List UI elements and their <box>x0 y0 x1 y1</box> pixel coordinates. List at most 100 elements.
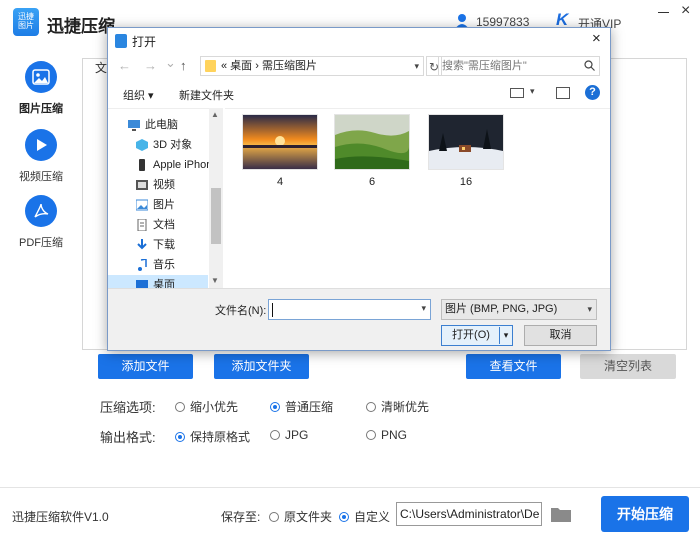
add-file-button[interactable]: 添加文件 <box>98 354 193 379</box>
add-folder-button[interactable]: 添加文件夹 <box>214 354 309 379</box>
nav-item-videos[interactable]: 视频 <box>108 175 208 195</box>
file-type-select[interactable]: 图片 (BMP, PNG, JPG) ▾ <box>441 299 597 320</box>
text-caret <box>272 303 273 317</box>
start-compress-button[interactable]: 开始压缩 <box>601 496 689 532</box>
radio-checked-icon <box>270 402 280 412</box>
scroll-down-icon[interactable]: ▼ <box>211 276 219 285</box>
save-option-custom[interactable]: 自定义 <box>339 508 390 525</box>
computer-icon <box>128 120 140 131</box>
video-icon <box>136 180 148 190</box>
save-option-original-folder[interactable]: 原文件夹 <box>269 508 332 525</box>
file-thumbnail-6[interactable] <box>334 114 410 170</box>
chevron-down-icon[interactable]: ▾ <box>421 303 426 314</box>
filename-input[interactable]: ▾ <box>268 299 431 320</box>
download-icon <box>137 239 147 250</box>
document-icon <box>137 219 147 231</box>
nav-item-desktop[interactable]: 桌面 <box>108 275 208 288</box>
open-file-dialog: 打开 × ← → ⌄ ↑ « 桌面 › 需压缩图片 ▾ ↻ 搜索"需压缩图片" … <box>107 27 611 351</box>
folder-icon <box>205 60 216 72</box>
sidebar-item-label: PDF压缩 <box>19 237 63 249</box>
nav-item-music[interactable]: 音乐 <box>108 255 208 275</box>
file-thumbnail-16[interactable] <box>428 114 504 170</box>
address-path: « 桌面 › 需压缩图片 <box>221 60 317 72</box>
help-icon[interactable]: ? <box>585 85 600 100</box>
scrollbar-thumb[interactable] <box>211 188 221 244</box>
open-button[interactable]: 打开(O) ▾ <box>441 325 513 346</box>
dialog-close-button[interactable]: × <box>592 30 601 47</box>
folder-icon[interactable] <box>550 505 572 523</box>
navigation-scrollbar[interactable]: ▲ ▼ <box>209 108 223 288</box>
picture-icon <box>136 199 148 211</box>
nav-item-downloads[interactable]: 下载 <box>108 235 208 255</box>
app-title: 迅捷压缩 <box>47 17 115 37</box>
chevron-down-icon[interactable]: ▾ <box>414 57 419 75</box>
minimize-button[interactable] <box>656 4 672 18</box>
search-placeholder: 搜索"需压缩图片" <box>442 60 527 72</box>
app-logo: 迅捷 图片 <box>13 8 39 36</box>
play-icon <box>25 129 57 161</box>
radio-icon <box>269 512 279 522</box>
clear-list-button[interactable]: 清空列表 <box>580 354 676 379</box>
sidebar-item-label: 视频压缩 <box>19 171 63 183</box>
file-thumbnail-4[interactable] <box>242 114 318 170</box>
save-to-label: 保存至: <box>221 510 261 524</box>
file-list-column-header: 文 <box>95 61 108 75</box>
filename-label: 文件名(N): <box>215 305 267 317</box>
recent-locations-icon[interactable]: ⌄ <box>165 55 176 71</box>
organize-menu[interactable]: 组织 ▾ <box>123 87 154 103</box>
search-icon <box>584 60 595 71</box>
format-option-jpg[interactable]: JPG <box>270 428 308 442</box>
view-mode-icon[interactable] <box>510 88 524 98</box>
compress-option-clarity[interactable]: 清晰优先 <box>366 398 429 415</box>
view-file-button[interactable]: 查看文件 <box>466 354 561 379</box>
sidebar-item-pdf-compress[interactable]: PDF压缩 <box>0 195 82 250</box>
radio-icon <box>366 430 376 440</box>
file-name-label: 6 <box>368 176 376 188</box>
format-option-png[interactable]: PNG <box>366 428 407 442</box>
radio-icon <box>270 430 280 440</box>
nav-item-3d-objects[interactable]: 3D 对象 <box>108 135 208 155</box>
format-option-original[interactable]: 保持原格式 <box>175 428 250 445</box>
search-input[interactable]: 搜索"需压缩图片" <box>438 56 600 76</box>
pdf-icon <box>25 195 57 227</box>
forward-arrow-icon[interactable]: → <box>144 58 157 73</box>
chevron-down-icon[interactable]: ▾ <box>530 86 535 97</box>
file-name-label: 16 <box>459 176 473 188</box>
open-button-label: 打开(O) <box>452 329 490 341</box>
compress-option-smaller[interactable]: 缩小优先 <box>175 398 238 415</box>
cancel-button[interactable]: 取消 <box>524 325 597 346</box>
phone-icon <box>139 159 145 171</box>
music-icon <box>138 259 147 271</box>
compress-option-normal[interactable]: 普通压缩 <box>270 398 333 415</box>
new-folder-button[interactable]: 新建文件夹 <box>179 87 234 103</box>
nav-item-this-pc[interactable]: 此电脑 <box>108 115 208 135</box>
dialog-app-icon <box>115 34 127 48</box>
nav-item-documents[interactable]: 文档 <box>108 215 208 235</box>
nav-item-pictures[interactable]: 图片 <box>108 195 208 215</box>
green-hills-image <box>335 115 410 169</box>
up-arrow-icon[interactable]: ↑ <box>180 58 187 73</box>
dialog-bottom-panel: 文件名(N): ▾ 图片 (BMP, PNG, JPG) ▾ 打开(O) ▾ 取… <box>108 288 610 350</box>
dialog-title: 打开 <box>132 35 157 49</box>
cube-icon <box>136 139 148 151</box>
desktop-icon <box>136 280 148 288</box>
close-window-button[interactable]: × <box>681 2 690 20</box>
radio-checked-icon <box>175 432 185 442</box>
output-format-label: 输出格式: <box>100 430 156 445</box>
scroll-up-icon[interactable]: ▲ <box>211 110 219 119</box>
back-arrow-icon[interactable]: ← <box>118 58 131 73</box>
snow-cabin-image <box>429 115 503 169</box>
sunset-lake-image <box>243 115 317 169</box>
file-name-label: 4 <box>276 176 284 188</box>
preview-pane-icon[interactable] <box>556 87 570 99</box>
radio-icon <box>366 402 376 412</box>
radio-checked-icon <box>339 512 349 522</box>
nav-item-iphone[interactable]: Apple iPhone <box>108 155 218 175</box>
sidebar-item-image-compress[interactable]: 图片压缩 <box>0 61 82 116</box>
radio-icon <box>175 402 185 412</box>
version-label: 迅捷压缩软件V1.0 <box>12 510 109 524</box>
address-bar[interactable]: « 桌面 › 需压缩图片 ▾ <box>200 56 424 76</box>
open-dropdown-icon[interactable]: ▾ <box>499 327 512 344</box>
output-path-field[interactable]: C:\Users\Administrator\De <box>396 502 542 526</box>
sidebar-item-video-compress[interactable]: 视频压缩 <box>0 129 82 184</box>
